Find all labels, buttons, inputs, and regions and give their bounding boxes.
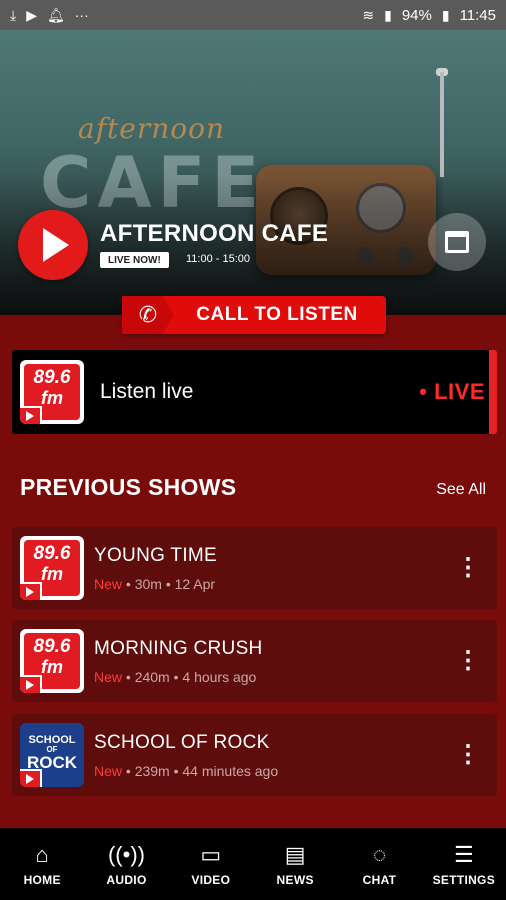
station-band: fm (41, 657, 63, 677)
show-item-morning-crush[interactable]: 89.6 fm MORNING CRUSH New • 240m • 4 hou… (12, 620, 497, 702)
show-meta: New • 30m • 12 Apr (94, 576, 453, 592)
clock: 11:45 (459, 6, 496, 24)
phone-icon: ✆ (122, 296, 174, 334)
nav-label: NEWS (276, 873, 314, 887)
hero-banner: afternoon CAFE AFTERNOON CAFE LIVE NOW! … (0, 30, 506, 315)
new-tag: New (94, 762, 123, 779)
nav-label: HOME (23, 873, 61, 887)
show-item-young-time[interactable]: 89.6 fm YOUNG TIME New • 30m • 12 Apr ⋮ (12, 527, 497, 609)
chat-icon: ◌ (372, 842, 387, 867)
nav-label: AUDIO (106, 873, 147, 887)
more-dots-icon: ··· (74, 7, 89, 23)
status-bar: ⤓ ▶ 🔔︎ ··· ≋ ▮ 94% ▮ 11:45 (0, 0, 506, 30)
station-frequency: 89.6 (33, 636, 71, 657)
show-name: YOUNG TIME (94, 544, 217, 566)
audio-icon: ((•)) (107, 842, 145, 867)
show-thumbnail: 89.6 fm (20, 536, 84, 600)
listen-live-card[interactable]: 89.6 fm Listen live • LIVE (12, 350, 497, 434)
new-tag: New (94, 575, 123, 592)
live-now-badge: LIVE NOW! (100, 252, 169, 268)
listen-live-label: Listen live (100, 380, 194, 403)
show-details: • 239m • 44 minutes ago (122, 762, 279, 779)
battery-level: 94% (401, 6, 432, 24)
notification-bell-icon: 🔔︎ (46, 7, 65, 23)
play-button[interactable] (18, 210, 88, 280)
play-icon (43, 228, 69, 262)
news-icon: ▤ (284, 842, 306, 867)
status-left: ⤓ ▶ 🔔︎ ··· (10, 8, 89, 22)
station-band: fm (41, 388, 63, 408)
wifi-icon: ≋ (362, 7, 375, 23)
battery-icon: ▮ (441, 7, 450, 23)
call-to-listen-button[interactable]: ✆ CALL TO LISTEN (122, 296, 386, 334)
rock-logo-line1: SCHOOL (28, 734, 76, 746)
show-item-school-of-rock[interactable]: SCHOOL OF ROCK SCHOOL OF ROCK New • 239m… (12, 714, 497, 796)
nav-label: VIDEO (191, 873, 231, 887)
nav-news[interactable]: ▤ NEWS (253, 828, 337, 900)
station-logo: 89.6 fm (20, 360, 84, 424)
more-options-icon[interactable]: ⋮ (453, 649, 483, 673)
media-icon: ▶ (26, 7, 37, 23)
show-name: MORNING CRUSH (94, 637, 263, 659)
show-info: YOUNG TIME New • 30m • 12 Apr (94, 545, 453, 592)
nav-settings[interactable]: ☰ SETTINGS (422, 828, 506, 900)
radio-antenna (440, 72, 444, 177)
previous-shows-title: PREVIOUS SHOWS (20, 474, 237, 500)
show-time-range: 11:00 - 15:00 (186, 253, 251, 265)
play-icon (20, 406, 42, 424)
video-icon: ▭ (200, 842, 222, 867)
live-indicator: • LIVE (419, 379, 485, 404)
signal-icon: ▮ (384, 7, 392, 23)
new-tag: New (94, 668, 123, 685)
nav-audio[interactable]: ((•)) AUDIO (84, 828, 168, 900)
more-options-icon[interactable]: ⋮ (453, 743, 483, 767)
show-info: MORNING CRUSH New • 240m • 4 hours ago (94, 638, 453, 685)
show-name: SCHOOL OF ROCK (94, 731, 270, 753)
show-info: SCHOOL OF ROCK New • 239m • 44 minutes a… (94, 732, 453, 779)
show-logo-script: afternoon (78, 112, 226, 145)
call-to-listen-label: CALL TO LISTEN (196, 304, 358, 325)
more-options-icon[interactable]: ⋮ (453, 556, 483, 580)
nav-video[interactable]: ▭ VIDEO (169, 828, 253, 900)
station-band: fm (41, 564, 63, 584)
settings-icon: ☰ (453, 842, 474, 867)
home-icon: ⌂ (35, 842, 49, 867)
play-icon (20, 769, 42, 787)
calendar-icon (445, 231, 469, 253)
show-details: • 30m • 12 Apr (122, 575, 216, 592)
show-details: • 240m • 4 hours ago (122, 668, 257, 685)
play-icon (20, 675, 42, 693)
schedule-button[interactable] (428, 213, 486, 271)
download-icon: ⤓ (10, 7, 17, 23)
station-frequency: 89.6 (33, 543, 71, 564)
bottom-navigation: ⌂ HOME ((•)) AUDIO ▭ VIDEO ▤ NEWS ◌ CHAT… (0, 828, 506, 900)
nav-label: CHAT (362, 873, 397, 887)
show-thumbnail: SCHOOL OF ROCK (20, 723, 84, 787)
current-show-title: AFTERNOON CAFE (100, 220, 329, 247)
show-meta: New • 239m • 44 minutes ago (94, 763, 453, 779)
nav-home[interactable]: ⌂ HOME (0, 828, 84, 900)
play-icon (20, 582, 42, 600)
nav-chat[interactable]: ◌ CHAT (337, 828, 421, 900)
nav-label: SETTINGS (432, 873, 495, 887)
see-all-link[interactable]: See All (436, 481, 486, 499)
station-frequency: 89.6 (33, 367, 71, 388)
status-right: ≋ ▮ 94% ▮ 11:45 (362, 7, 496, 24)
show-meta: New • 240m • 4 hours ago (94, 669, 453, 685)
show-thumbnail: 89.6 fm (20, 629, 84, 693)
